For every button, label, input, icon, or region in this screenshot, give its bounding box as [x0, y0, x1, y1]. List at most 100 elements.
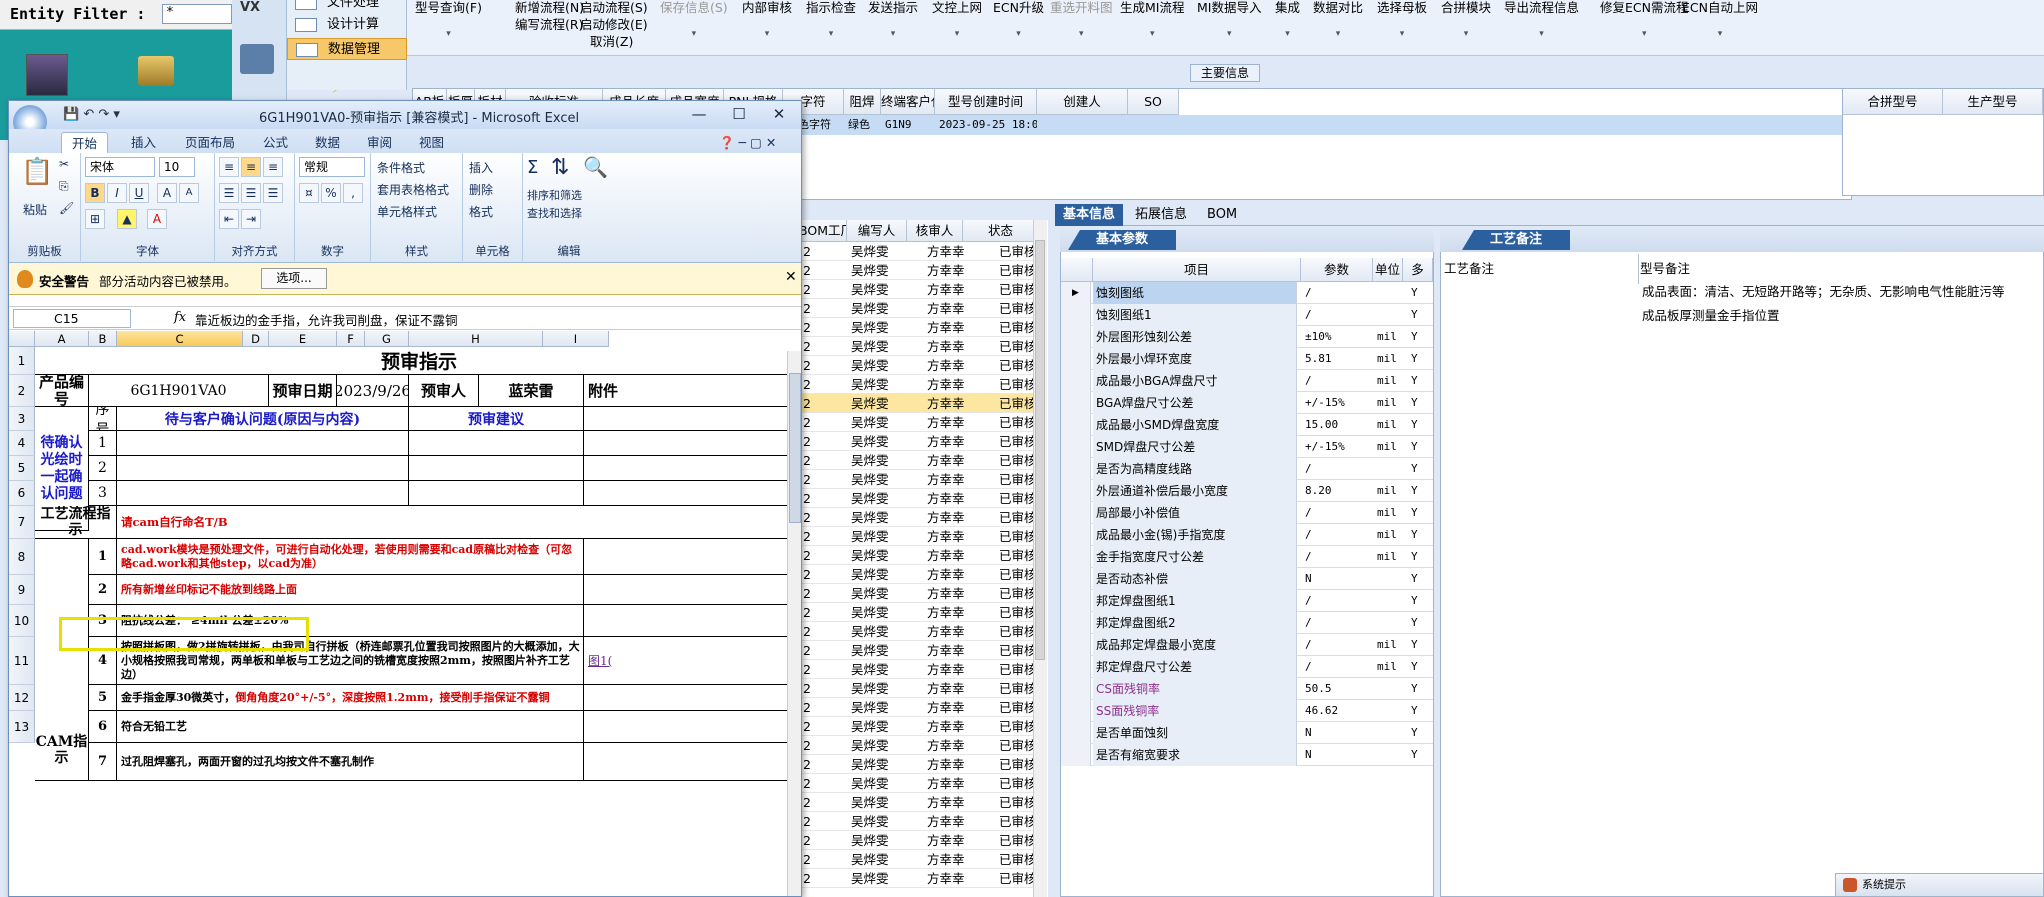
column-header[interactable]: I — [543, 331, 609, 347]
row-header[interactable]: 8 — [9, 539, 35, 575]
column-header[interactable]: B — [89, 331, 117, 347]
param-value[interactable]: / — [1305, 524, 1371, 546]
select-all-corner[interactable] — [9, 331, 35, 347]
flow-list-col-header[interactable]: 核审人 — [907, 220, 963, 242]
insert-cells-button[interactable]: 插入 — [469, 159, 493, 176]
param-value[interactable]: N — [1305, 744, 1371, 766]
param-row[interactable]: 是否动态补偿 N Y — [1061, 568, 1433, 590]
help-icon[interactable]: ❓ ─ ▢ ✕ — [709, 132, 786, 153]
param-row[interactable]: BGA焊盘尺寸公差 +/-15% mil Y — [1061, 392, 1433, 414]
toolbar-button[interactable]: 导出流程信息 ▾ — [1504, 0, 1579, 42]
param-value[interactable]: / — [1305, 458, 1371, 480]
percent-icon[interactable]: % — [321, 183, 341, 203]
param-value[interactable]: / — [1305, 502, 1371, 524]
format-cells-button[interactable]: 格式 — [469, 203, 493, 220]
security-options-button[interactable]: 选项... — [261, 268, 327, 289]
question-cell[interactable] — [117, 456, 409, 481]
toolbar-button[interactable]: 启动流程(S) — [580, 0, 648, 15]
flow-list-row[interactable]: 2 吴烨雯 方幸幸 已审核 — [799, 375, 1039, 394]
attachment-cell[interactable] — [584, 711, 801, 743]
param-row[interactable]: 成品最小金(锡)手指宽度 / mil Y — [1061, 524, 1433, 546]
maximize-icon[interactable]: ☐ — [719, 103, 759, 125]
param-row[interactable]: 成品最小SMD焊盘宽度 15.00 mil Y — [1061, 414, 1433, 436]
merge-model-header[interactable]: 合拼型号 — [1843, 89, 1943, 115]
flow-list-row[interactable]: 2 吴烨雯 方幸幸 已审核 — [799, 641, 1039, 660]
dropdown-arrow-icon[interactable]: ▾ — [1275, 27, 1300, 42]
param-value[interactable]: / — [1305, 656, 1371, 678]
toolbar-button[interactable]: 新增流程(N) — [515, 0, 584, 15]
sheet-title[interactable]: 预审指示 — [35, 347, 801, 375]
param-row[interactable]: 是否单面蚀刻 N Y — [1061, 722, 1433, 744]
sheet-cell[interactable] — [584, 481, 801, 506]
row-header[interactable]: 2 — [9, 375, 35, 407]
dropdown-arrow-icon[interactable]: ▾ — [993, 27, 1044, 42]
tab-view[interactable]: 视图 — [409, 132, 454, 153]
minimize-icon[interactable]: — — [679, 103, 719, 125]
flow-list-row[interactable]: 2 吴烨雯 方幸幸 已审核 — [799, 280, 1039, 299]
italic-icon[interactable]: I — [107, 183, 127, 203]
flow-list-row[interactable]: 2 吴烨雯 方幸幸 已审核 — [799, 546, 1039, 565]
param-value[interactable]: 46.62 — [1305, 700, 1371, 722]
flow-list-row[interactable]: 2 吴烨雯 方幸幸 已审核 — [799, 413, 1039, 432]
product-number[interactable]: 6G1H901VA0 — [89, 375, 269, 407]
system-hint-bar[interactable]: 系统提示 — [1835, 873, 2044, 897]
toolbar-button[interactable]: 选择母板 ▾ — [1377, 0, 1427, 42]
flow-list-row[interactable]: 2 吴烨雯 方幸幸 已审核 — [799, 584, 1039, 603]
delete-cells-button[interactable]: 删除 — [469, 181, 493, 198]
column-header[interactable]: A — [35, 331, 89, 347]
border-icon[interactable]: ⊞ — [85, 209, 105, 229]
toolbar-button[interactable]: ECN自动上网 ▾ — [1682, 0, 1758, 42]
flow-list-row[interactable]: 2 吴烨雯 方幸幸 已审核 — [799, 451, 1039, 470]
question-seq[interactable]: 1 — [89, 431, 117, 456]
flow-list-row[interactable]: 2 吴烨雯 方幸幸 已审核 — [799, 717, 1039, 736]
bold-icon[interactable]: B — [85, 183, 105, 203]
flow-list-col-header[interactable]: 编写人 — [847, 220, 907, 242]
param-row[interactable]: 外层通道补偿后最小宽度 8.20 mil Y — [1061, 480, 1433, 502]
row-header[interactable]: 12 — [9, 685, 35, 711]
tab-page-layout[interactable]: 页面布局 — [175, 132, 245, 153]
row-header[interactable]: 10 — [9, 605, 35, 637]
reviewer-label[interactable]: 预审人 — [409, 375, 479, 407]
flow-list-row[interactable]: 2 吴烨雯 方幸幸 已审核 — [799, 603, 1039, 622]
dropdown-arrow-icon[interactable]: ▾ — [415, 27, 482, 42]
model-note-line[interactable]: 成品表面：清洁、无短路开路等；无杂质、无影响电气性能脏污等 — [1642, 281, 2005, 300]
column-header[interactable]: F — [337, 331, 365, 347]
outdent-icon[interactable]: ⇥ — [241, 209, 261, 229]
shrink-font-icon[interactable]: A — [179, 183, 199, 203]
param-row[interactable]: 外层图形蚀刻公差 ±10% mil Y — [1061, 326, 1433, 348]
param-value-header[interactable]: 参数 — [1301, 258, 1373, 282]
param-value[interactable]: / — [1305, 612, 1371, 634]
main-info-cell[interactable]: 绿色 — [848, 115, 881, 135]
folder-icon[interactable] — [138, 56, 174, 86]
dropdown-arrow-icon[interactable]: ▾ — [932, 27, 982, 42]
instruction-no[interactable]: 7 — [89, 743, 117, 781]
param-value[interactable]: 8.20 — [1305, 480, 1371, 502]
sheet-cell[interactable] — [584, 431, 801, 456]
question-seq[interactable]: 2 — [89, 456, 117, 481]
dropdown-arrow-icon[interactable]: ▾ — [1441, 27, 1491, 42]
param-row[interactable]: 外层最小焊环宽度 5.81 mil Y — [1061, 348, 1433, 370]
vx-icon[interactable]: VX — [240, 0, 274, 34]
dropdown-arrow-icon[interactable]: ▾ — [1682, 27, 1758, 42]
underline-icon[interactable]: U — [129, 183, 149, 203]
instruction-no[interactable]: 6 — [89, 711, 117, 743]
dropdown-arrow-icon[interactable]: ▾ — [742, 27, 792, 42]
flow-list-row[interactable]: 2 吴烨雯 方幸幸 已审核 — [799, 242, 1039, 261]
param-value[interactable]: N — [1305, 568, 1371, 590]
flow-list-row[interactable]: 2 吴烨雯 方幸幸 已审核 — [799, 299, 1039, 318]
attachment-cell[interactable] — [584, 605, 801, 637]
grow-font-icon[interactable]: A — [157, 183, 177, 203]
worksheet-scroll-thumb[interactable] — [789, 373, 801, 523]
flow-list-row[interactable]: 2 吴烨雯 方幸幸 已审核 — [799, 565, 1039, 584]
row-header[interactable]: 6 — [9, 481, 35, 506]
column-header[interactable]: D — [243, 331, 269, 347]
conditional-format-button[interactable]: 条件格式 — [377, 159, 425, 176]
suggestion-cell[interactable] — [409, 456, 584, 481]
flow-list-col-header[interactable]: 状态 — [963, 220, 1039, 242]
font-color-icon[interactable]: A — [147, 209, 167, 229]
param-row[interactable]: SS面残铜率 46.62 Y — [1061, 700, 1433, 722]
main-info-col-header[interactable]: 型号创建时间 — [935, 89, 1037, 115]
sheet-cell[interactable] — [584, 407, 801, 431]
write-flow-button[interactable]: 编写流程(R) — [515, 14, 583, 33]
dropdown-arrow-icon[interactable]: ▾ — [1504, 27, 1579, 42]
